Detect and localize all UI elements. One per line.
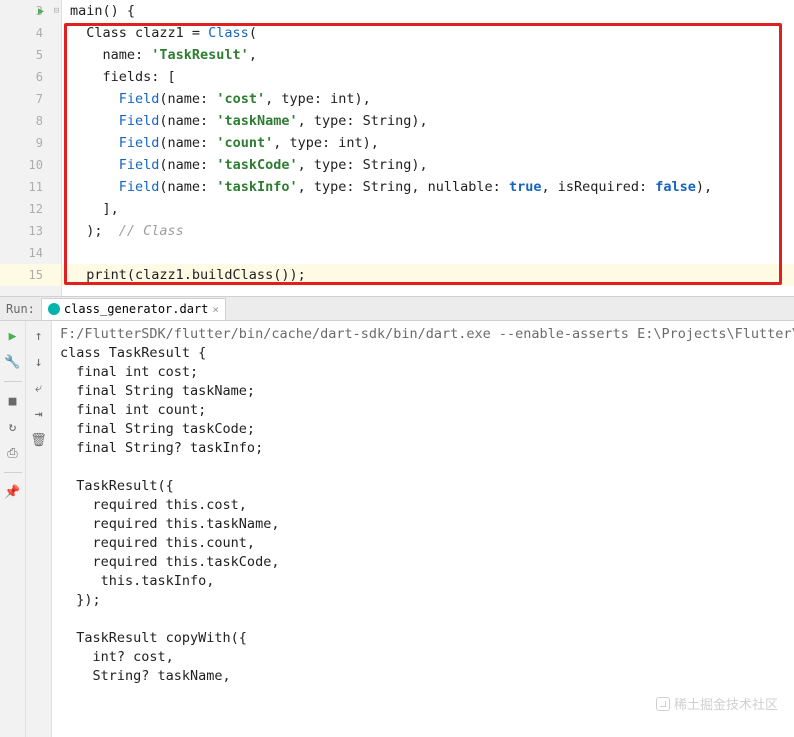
close-icon[interactable]: × xyxy=(212,303,219,316)
console-line: final String taskName; xyxy=(60,383,255,399)
console-line: this.taskInfo, xyxy=(60,573,214,589)
wrench-icon[interactable]: 🔧 xyxy=(4,353,22,371)
code-line[interactable]: ], xyxy=(62,198,794,220)
code-line[interactable]: main() { xyxy=(62,0,794,22)
run-toolbar-primary: ▶ 🔧 ■ ↻ ⎙ 📌 xyxy=(0,321,26,737)
down-icon[interactable]: ↓ xyxy=(30,353,48,371)
restart-icon[interactable]: ↻ xyxy=(4,418,22,436)
console-line: String? taskName, xyxy=(60,668,231,684)
gutter: ▶ 3 ⊟ 4 5 6 7 8 9 10 11 12 13 14 15 xyxy=(0,0,62,296)
run-panel: Run: class_generator.dart × ▶ 🔧 ■ ↻ ⎙ 📌 … xyxy=(0,296,794,737)
code-line[interactable]: Field(name: 'taskCode', type: String), xyxy=(62,154,794,176)
line-number: 14 xyxy=(29,246,43,260)
gutter-line: 8 xyxy=(0,110,61,132)
watermark: 稀土掘金技术社区 xyxy=(656,694,778,713)
console-line: final int cost; xyxy=(60,364,198,380)
line-number: 11 xyxy=(29,180,43,194)
gutter-line: 9 xyxy=(0,132,61,154)
gutter-line: 7 xyxy=(0,88,61,110)
code-line[interactable]: Field(name: 'taskName', type: String), xyxy=(62,110,794,132)
watermark-icon xyxy=(656,697,670,711)
line-number: 13 xyxy=(29,224,43,238)
console-line: }); xyxy=(60,592,101,608)
console-line: final int count; xyxy=(60,402,206,418)
up-icon[interactable]: ↑ xyxy=(30,327,48,345)
gutter-line: 4 xyxy=(0,22,61,44)
pin-icon[interactable]: 📌 xyxy=(4,483,22,501)
run-toolbar-secondary: ↑ ↓ ⤶ ⇥ 🗑 xyxy=(26,321,52,737)
gutter-line: 6 xyxy=(0,66,61,88)
console-line: required this.taskName, xyxy=(60,516,279,532)
console-line: final String? taskInfo; xyxy=(60,440,263,456)
code-line[interactable]: Field(name: 'taskInfo', type: String, nu… xyxy=(62,176,794,198)
print-icon[interactable]: ⎙ xyxy=(4,444,22,462)
code-line[interactable]: Field(name: 'cost', type: int), xyxy=(62,88,794,110)
console-output[interactable]: F:/FlutterSDK/flutter/bin/cache/dart-sdk… xyxy=(52,321,794,737)
code-editor[interactable]: ▶ 3 ⊟ 4 5 6 7 8 9 10 11 12 13 14 15 main… xyxy=(0,0,794,296)
run-body: ▶ 🔧 ■ ↻ ⎙ 📌 ↑ ↓ ⤶ ⇥ 🗑 F:/FlutterSDK/flut… xyxy=(0,321,794,737)
code-line[interactable]: Class clazz1 = Class( xyxy=(62,22,794,44)
line-number: 5 xyxy=(36,48,43,62)
run-panel-label: Run: xyxy=(6,302,41,316)
line-number: 4 xyxy=(36,26,43,40)
line-number: 12 xyxy=(29,202,43,216)
console-line: TaskResult({ xyxy=(60,478,174,494)
scroll-icon[interactable]: ⇥ xyxy=(30,405,48,423)
console-command: F:/FlutterSDK/flutter/bin/cache/dart-sdk… xyxy=(60,326,794,342)
console-line: TaskResult copyWith({ xyxy=(60,630,247,646)
run-tab-name: class_generator.dart xyxy=(64,302,209,316)
line-number: 8 xyxy=(36,114,43,128)
console-line: required this.cost, xyxy=(60,497,247,513)
separator xyxy=(4,472,22,473)
dart-icon xyxy=(48,303,60,315)
run-tab[interactable]: class_generator.dart × xyxy=(41,298,226,320)
gutter-line: 13 xyxy=(0,220,61,242)
gutter-line: ▶ 3 ⊟ xyxy=(0,0,61,22)
fold-icon[interactable]: ⊟ xyxy=(54,6,59,16)
code-line[interactable]: print(clazz1.buildClass()); xyxy=(62,264,794,286)
code-line[interactable] xyxy=(62,242,794,264)
wrap-icon[interactable]: ⤶ xyxy=(30,379,48,397)
gutter-line: 11 xyxy=(0,176,61,198)
play-icon[interactable]: ▶ xyxy=(4,327,22,345)
gutter-line: 15 xyxy=(0,264,61,286)
stop-icon[interactable]: ■ xyxy=(4,392,22,410)
console-line: int? cost, xyxy=(60,649,174,665)
line-number: 10 xyxy=(29,158,43,172)
watermark-text: 稀土掘金技术社区 xyxy=(674,697,778,712)
code-line[interactable]: Field(name: 'count', type: int), xyxy=(62,132,794,154)
code-line[interactable]: fields: [ xyxy=(62,66,794,88)
code-line[interactable]: ); // Class xyxy=(62,220,794,242)
separator xyxy=(4,381,22,382)
trash-icon[interactable]: 🗑 xyxy=(30,431,48,449)
code-area[interactable]: main() { Class clazz1 = Class( name: 'Ta… xyxy=(62,0,794,296)
run-gutter-icon[interactable]: ▶ xyxy=(38,6,44,17)
gutter-line: 14 xyxy=(0,242,61,264)
run-tabs: Run: class_generator.dart × xyxy=(0,297,794,321)
gutter-line: 10 xyxy=(0,154,61,176)
gutter-line: 5 xyxy=(0,44,61,66)
line-number: 15 xyxy=(29,268,43,282)
gutter-line: 12 xyxy=(0,198,61,220)
line-number: 9 xyxy=(36,136,43,150)
line-number: 6 xyxy=(36,70,43,84)
console-line: final String taskCode; xyxy=(60,421,255,437)
line-number: 7 xyxy=(36,92,43,106)
code-line[interactable]: name: 'TaskResult', xyxy=(62,44,794,66)
console-line: required this.count, xyxy=(60,535,255,551)
console-line: class TaskResult { xyxy=(60,345,206,361)
console-line: required this.taskCode, xyxy=(60,554,279,570)
